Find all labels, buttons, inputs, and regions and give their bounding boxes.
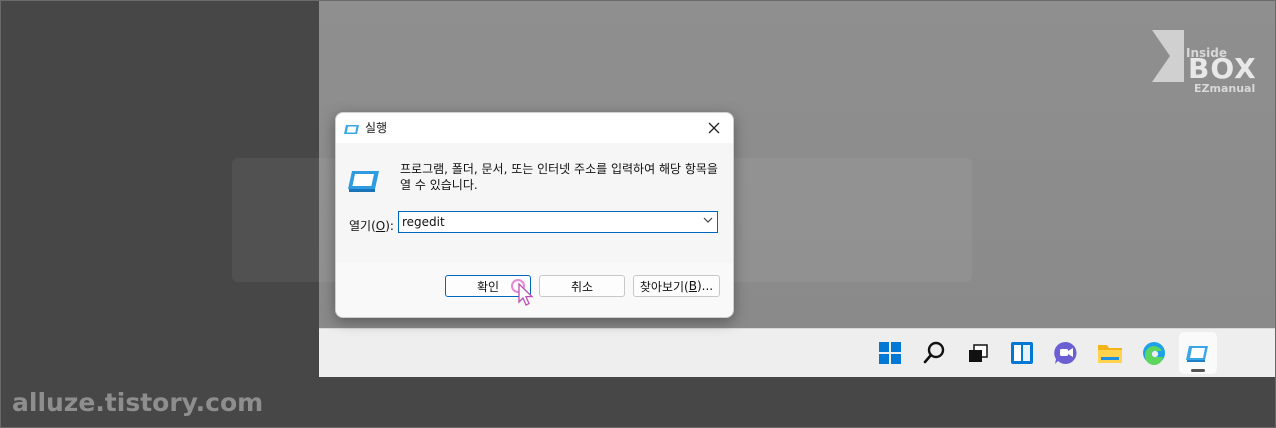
open-label: 열기(O): [349, 219, 394, 233]
teams-chat-icon[interactable] [1052, 339, 1080, 367]
run-icon[interactable] [1184, 339, 1212, 367]
file-explorer-icon[interactable] [1096, 339, 1124, 367]
logo-text-ezmanual: EZmanual [1194, 82, 1256, 95]
dialog-content: 프로그램, 폴더, 문서, 또는 인터넷 주소를 입력하여 해당 항목을 열 수… [336, 143, 733, 263]
close-button[interactable] [701, 115, 727, 141]
chevron-down-icon[interactable] [703, 215, 713, 228]
taskbar [319, 328, 1275, 377]
search-icon[interactable] [920, 339, 948, 367]
dialog-title-bar[interactable]: 실행 [336, 113, 733, 143]
open-combobox[interactable] [398, 211, 718, 233]
browse-button[interactable]: 찾아보기(B)... [633, 275, 720, 297]
run-small-icon [344, 121, 360, 140]
windows-start-icon[interactable] [876, 339, 904, 367]
edge-icon[interactable] [1140, 339, 1168, 367]
dialog-title: 실행 [365, 121, 388, 135]
active-app-indicator [1191, 369, 1205, 372]
cancel-button[interactable]: 취소 [539, 275, 625, 297]
logo-text-box: BOX [1188, 52, 1257, 85]
dialog-description: 프로그램, 폴더, 문서, 또는 인터넷 주소를 입력하여 해당 항목을 열 수… [400, 162, 718, 192]
task-view-icon[interactable] [964, 339, 992, 367]
close-icon [708, 122, 720, 134]
mouse-cursor-icon [510, 278, 536, 312]
widgets-icon[interactable] [1008, 339, 1036, 367]
open-input[interactable] [402, 214, 692, 230]
run-large-icon [348, 169, 380, 197]
site-watermark: alluze.tistory.com [12, 388, 264, 417]
watermark-logo: Inside BOX EZmanual [1148, 22, 1268, 100]
